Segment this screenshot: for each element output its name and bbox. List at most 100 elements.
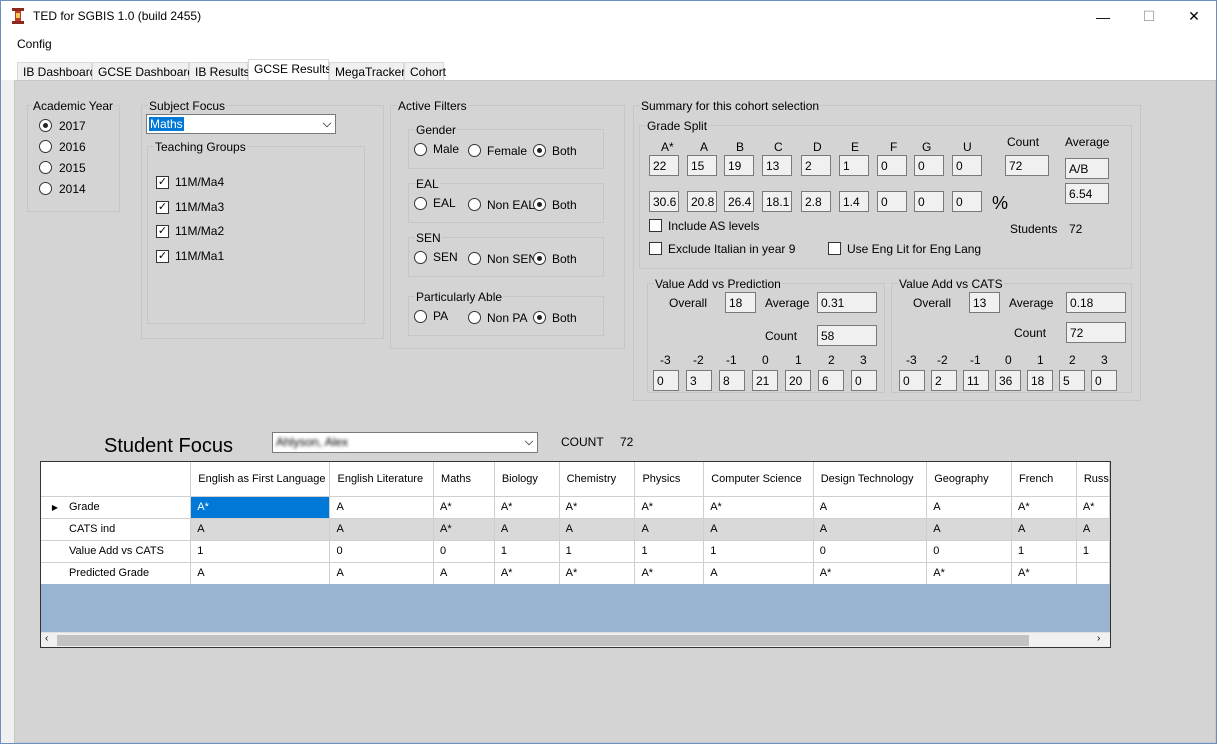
tab-gcse-dashboard[interactable]: GCSE Dashboard [92,62,194,81]
table-cell[interactable]: A* [494,562,560,585]
table-cell[interactable]: A [926,518,1013,541]
table-cell[interactable]: 1 [634,540,705,563]
minimize-button[interactable]: — [1080,1,1126,32]
group-ma4-checkbox[interactable]: ✓ [156,176,169,189]
group-ma2-checkbox[interactable]: ✓ [156,225,169,238]
table-cell[interactable]: A [703,518,814,541]
gender-female-radio[interactable] [468,144,481,157]
table-cell[interactable]: A [494,518,560,541]
scroll-right-icon[interactable]: › [1097,633,1100,644]
gender-both-radio[interactable] [533,144,546,157]
column-header[interactable]: Russ [1076,462,1110,497]
table-cell[interactable]: A [813,496,928,519]
table-cell[interactable]: 1 [494,540,560,563]
column-header[interactable]: Design Technology [813,462,928,497]
table-cell[interactable]: 0 [433,540,495,563]
tab-megatracker[interactable]: MegaTracker [329,62,405,81]
table-row[interactable]: CATS ind A A A* A A A A A A A A [41,518,1110,541]
column-header[interactable]: French [1011,462,1077,497]
row-header[interactable]: Value Add vs CATS [41,540,192,563]
maximize-button[interactable]: ☐ [1126,1,1172,32]
subject-select[interactable]: Maths [146,114,336,134]
row-header[interactable]: CATS ind [41,518,192,541]
table-cell[interactable]: A* [813,562,928,585]
column-header[interactable]: English as First Language [190,462,331,497]
group-ma3-checkbox[interactable]: ✓ [156,201,169,214]
table-cell[interactable]: A* [433,518,495,541]
pa-pa-radio[interactable] [414,310,427,323]
table-cell[interactable]: A* [494,496,560,519]
table-row[interactable]: ▶ Grade A* A A* A* A* A* A* A A A* A* [41,496,1110,519]
pa-non-pa-radio[interactable] [468,311,481,324]
tab-gcse-results[interactable]: GCSE Results [248,59,331,81]
table-cell[interactable]: A* [1076,496,1110,519]
table-cell[interactable]: A* [433,496,495,519]
table-cell[interactable]: 1 [1076,540,1110,563]
year-2016-radio[interactable] [39,140,52,153]
close-button[interactable]: ✕ [1171,1,1216,32]
table-cell[interactable]: 1 [559,540,636,563]
table-cell[interactable]: 1 [703,540,814,563]
include-as-checkbox[interactable] [649,219,662,232]
year-2015-radio[interactable] [39,161,52,174]
use-eng-lit-checkbox[interactable] [828,242,841,255]
table-cell[interactable]: A [634,518,705,541]
table-cell[interactable]: A [1076,518,1110,541]
table-cell[interactable]: A [433,562,495,585]
table-cell[interactable]: 1 [190,540,331,563]
eal-non-eal-radio[interactable] [468,198,481,211]
table-cell[interactable]: A* [559,562,636,585]
table-cell[interactable]: A* [190,496,331,519]
student-select[interactable]: Ahlyson, Alex [272,432,538,453]
table-cell[interactable]: A [926,496,1013,519]
table-cell[interactable]: A [813,518,928,541]
tab-ib-results[interactable]: IB Results [189,62,250,81]
table-cell[interactable]: 0 [329,540,435,563]
table-cell[interactable]: A* [926,562,1013,585]
row-header[interactable]: Predicted Grade [41,562,192,585]
table-cell[interactable]: 0 [926,540,1013,563]
scroll-left-icon[interactable]: ‹ [45,633,48,644]
row-header[interactable]: ▶ Grade [41,496,192,519]
table-row[interactable]: Value Add vs CATS 1 0 0 1 1 1 1 0 0 1 1 [41,540,1110,563]
year-2014-radio[interactable] [39,182,52,195]
menu-config[interactable]: Config [17,37,52,51]
table-cell[interactable]: A* [703,496,814,519]
table-cell[interactable]: A [559,518,636,541]
sen-non-sen-radio[interactable] [468,252,481,265]
table-cell[interactable]: A [190,562,331,585]
table-cell[interactable]: A [703,562,814,585]
table-cell[interactable]: A [190,518,331,541]
table-cell[interactable]: A [1011,518,1077,541]
student-results-grid[interactable]: English as First Language English Litera… [40,461,1111,648]
column-header[interactable]: Maths [433,462,495,497]
year-2017-radio[interactable] [39,119,52,132]
sen-sen-radio[interactable] [414,251,427,264]
table-cell[interactable]: A* [1011,496,1077,519]
table-cell[interactable]: A* [634,496,705,519]
eal-eal-radio[interactable] [414,197,427,210]
table-cell[interactable]: 0 [813,540,928,563]
exclude-italian-checkbox[interactable] [649,242,662,255]
column-header[interactable]: Geography [926,462,1013,497]
eal-both-radio[interactable] [533,198,546,211]
table-cell[interactable]: A* [1011,562,1077,585]
group-ma1-checkbox[interactable]: ✓ [156,250,169,263]
table-cell[interactable]: A [329,518,435,541]
column-header[interactable]: English Literature [329,462,435,497]
table-row[interactable]: Predicted Grade A A A A* A* A* A A* A* A… [41,562,1110,585]
table-cell[interactable]: A* [559,496,636,519]
tab-cohort[interactable]: Cohort [404,62,446,81]
column-header[interactable]: Biology [494,462,560,497]
column-header[interactable]: Chemistry [559,462,636,497]
scroll-thumb[interactable] [57,635,1029,646]
table-cell[interactable]: A [329,496,435,519]
sen-both-radio[interactable] [533,252,546,265]
pa-both-radio[interactable] [533,311,546,324]
table-cell[interactable]: A [329,562,435,585]
table-cell[interactable]: 1 [1011,540,1077,563]
tab-ib-dashboard[interactable]: IB Dashboard [17,62,96,81]
table-cell[interactable]: A* [634,562,705,585]
gender-male-radio[interactable] [414,143,427,156]
column-header[interactable]: Computer Science [703,462,814,497]
